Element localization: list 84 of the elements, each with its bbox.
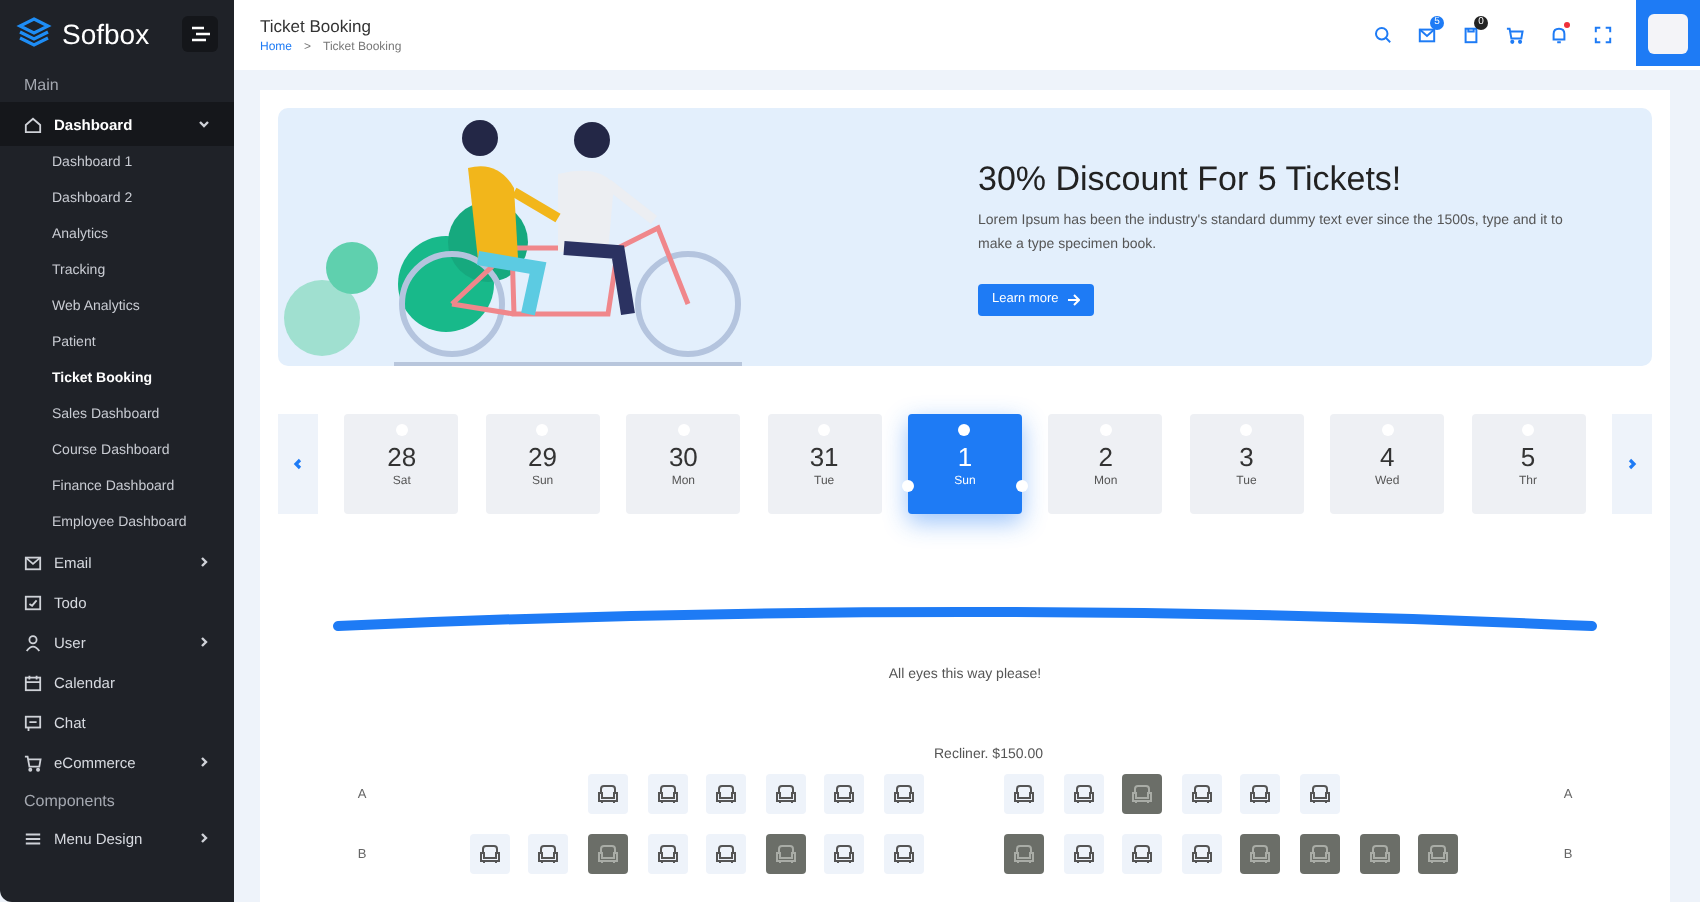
chevron-icon	[198, 636, 210, 648]
armchair-icon	[1012, 842, 1036, 866]
menu-icon	[191, 25, 209, 41]
armchair-icon	[1071, 782, 1096, 806]
page-title: Ticket Booking	[260, 16, 373, 36]
profile-button[interactable]	[1636, 0, 1700, 66]
seat-button[interactable]	[765, 774, 806, 814]
armchair-icon	[1071, 842, 1096, 866]
armchair-icon	[1189, 782, 1214, 806]
seat-button[interactable]	[588, 774, 629, 814]
seat-button[interactable]	[1181, 774, 1222, 814]
seat-button[interactable]	[647, 774, 688, 814]
seat-button[interactable]	[1418, 834, 1459, 874]
calendar-icon	[24, 673, 42, 691]
seat-button[interactable]	[1063, 834, 1104, 874]
seat-button[interactable]	[469, 834, 510, 874]
armchair-icon	[1130, 782, 1155, 806]
seat-button[interactable]	[824, 834, 865, 874]
armchair-icon	[1130, 842, 1155, 866]
seat-button[interactable]	[1122, 834, 1163, 874]
user-icon	[24, 633, 42, 651]
chevron-right-icon	[1625, 458, 1638, 470]
seat-button[interactable]	[824, 774, 865, 814]
cube-logo-icon	[16, 15, 52, 51]
mail-icon	[24, 553, 42, 571]
armchair-icon	[1189, 842, 1214, 866]
armchair-icon	[773, 782, 798, 806]
armchair-icon	[477, 842, 502, 866]
chevron-icon	[198, 118, 210, 130]
fullscreen-icon[interactable]	[1590, 22, 1616, 48]
chat-icon	[24, 713, 42, 731]
armchair-icon	[1307, 842, 1332, 866]
seat-button[interactable]	[1359, 834, 1400, 874]
menu-toggle-button[interactable]	[182, 15, 218, 51]
armchair-icon	[714, 842, 739, 866]
armchair-icon	[1012, 782, 1036, 806]
seat-button[interactable]	[706, 774, 747, 814]
armchair-icon	[832, 782, 857, 806]
seat-button[interactable]	[1181, 834, 1222, 874]
armchair-icon	[655, 842, 680, 866]
armchair-icon	[536, 842, 561, 866]
armchair-icon	[892, 782, 916, 806]
cart-icon	[24, 753, 42, 771]
search-icon[interactable]	[1370, 22, 1396, 48]
seat-button[interactable]	[1240, 834, 1281, 874]
armchair-icon	[773, 842, 798, 866]
avatar-placeholder	[1648, 13, 1688, 53]
armchair-icon	[714, 782, 739, 806]
armchair-icon	[1367, 842, 1392, 866]
armchair-icon	[892, 842, 916, 866]
seat-button[interactable]	[1004, 774, 1044, 814]
armchair-icon	[596, 842, 621, 866]
banner-title: 30% Discount For 5 Tickets!	[978, 159, 1402, 199]
seat-button[interactable]	[1063, 774, 1104, 814]
armchair-icon	[596, 782, 621, 806]
seat-button[interactable]	[1240, 774, 1281, 814]
seat-button[interactable]	[1299, 834, 1340, 874]
chevron-left-icon	[292, 458, 304, 470]
armchair-icon	[1248, 782, 1273, 806]
armchair-icon	[1248, 842, 1273, 866]
menu-icon	[24, 829, 42, 847]
home-icon	[24, 115, 42, 133]
arrow-icon	[1068, 293, 1081, 305]
cart-icon[interactable]	[1502, 22, 1528, 48]
seat-button[interactable]	[647, 834, 688, 874]
seat-button[interactable]	[588, 834, 629, 874]
armchair-icon	[1426, 842, 1451, 866]
sidebar-heading: Main	[22, 73, 61, 97]
seat-button[interactable]	[1122, 774, 1163, 814]
sidebar-heading: Components	[22, 789, 117, 814]
armchair-icon	[655, 782, 680, 806]
checklist-icon	[24, 593, 42, 611]
armchair-icon	[832, 842, 857, 866]
chevron-icon	[198, 756, 210, 768]
logo-text: Sofbox	[62, 17, 152, 49]
seat-button[interactable]	[884, 774, 924, 814]
chevron-icon	[198, 556, 210, 568]
armchair-icon	[1307, 782, 1332, 806]
seat-button[interactable]	[884, 834, 924, 874]
seat-button[interactable]	[765, 834, 806, 874]
seat-button[interactable]	[528, 834, 569, 874]
seat-button[interactable]	[706, 834, 747, 874]
chevron-icon	[198, 832, 210, 844]
seat-button[interactable]	[1299, 774, 1340, 814]
